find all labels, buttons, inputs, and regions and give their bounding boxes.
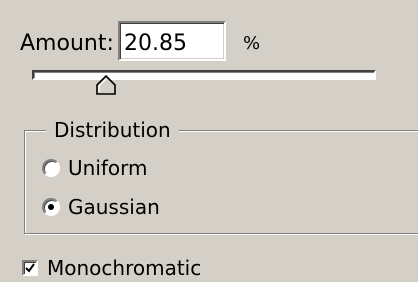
amount-label: Amount:	[20, 31, 114, 56]
amount-slider-thumb[interactable]	[96, 75, 116, 95]
gaussian-label: Gaussian	[68, 195, 160, 219]
gaussian-option[interactable]: Gaussian	[42, 194, 160, 220]
uniform-option[interactable]: Uniform	[42, 155, 148, 181]
gaussian-radio[interactable]	[42, 198, 60, 216]
distribution-group-title: Distribution	[46, 117, 179, 143]
uniform-radio[interactable]	[42, 159, 60, 177]
amount-unit-label: %	[243, 33, 261, 54]
monochromatic-label: Monochromatic	[47, 256, 202, 280]
monochromatic-checkbox[interactable]	[22, 260, 38, 276]
uniform-label: Uniform	[68, 156, 148, 180]
amount-input[interactable]	[118, 21, 226, 61]
monochromatic-option[interactable]: Monochromatic	[22, 255, 201, 281]
amount-slider-track[interactable]	[32, 70, 376, 80]
